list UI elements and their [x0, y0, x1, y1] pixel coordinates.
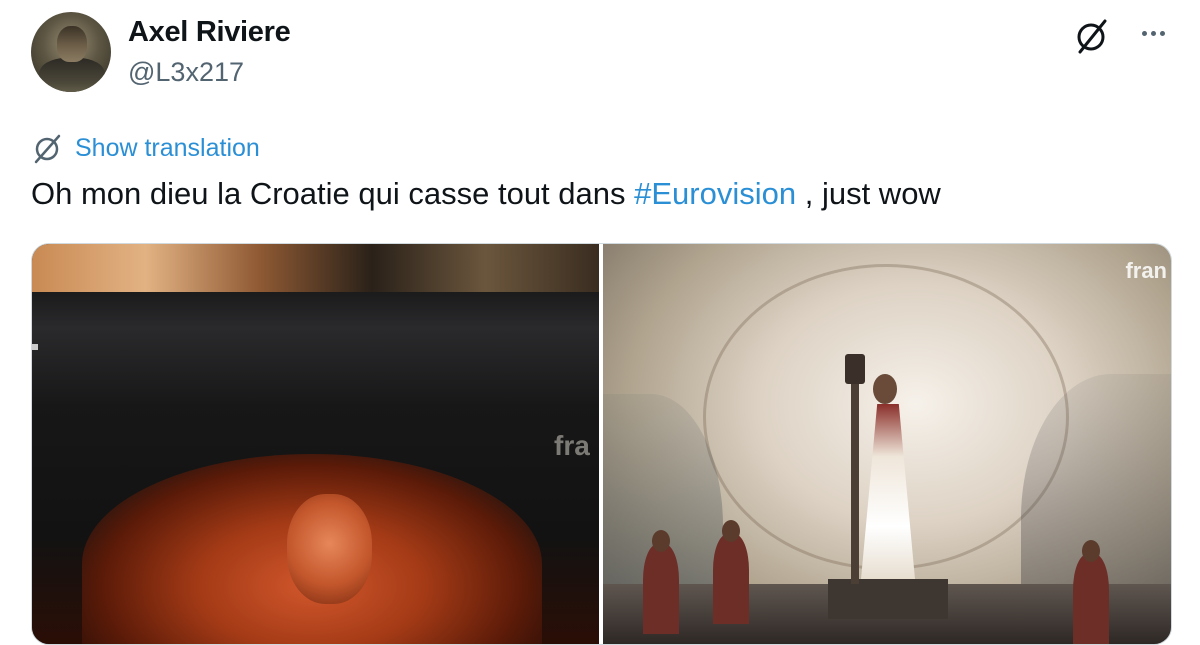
- dancer-head: [1082, 540, 1100, 562]
- stage-pole-lantern: [845, 354, 865, 384]
- tweet-text-end: , just wow: [796, 176, 941, 211]
- more-dot: [1150, 30, 1156, 36]
- more-horizontal-icon[interactable]: [1133, 16, 1173, 50]
- hashtag-link[interactable]: #Eurovision: [634, 176, 796, 211]
- stage-pole: [851, 359, 859, 584]
- dancer-head: [652, 530, 670, 552]
- more-dot: [1141, 30, 1147, 36]
- show-translation-label[interactable]: Show translation: [75, 134, 260, 163]
- avatar-body: [39, 58, 105, 92]
- dancer: [713, 534, 749, 624]
- user-handle[interactable]: @L3x217: [128, 57, 244, 88]
- slashed-circle-icon[interactable]: [1072, 16, 1112, 56]
- dancer: [643, 544, 679, 634]
- tweet-text-start: Oh mon dieu la Croatie qui casse tout da…: [31, 176, 635, 211]
- dancer-head: [722, 520, 740, 542]
- display-name[interactable]: Axel Riviere: [128, 16, 291, 49]
- channel-watermark-right: fran: [1125, 258, 1167, 283]
- singer-head: [873, 374, 897, 404]
- media-grid: fra fran: [31, 243, 1172, 645]
- tv-indicator: [32, 344, 38, 350]
- media-photo-right[interactable]: fran: [603, 244, 1171, 644]
- dancer: [1073, 554, 1109, 644]
- tweet-text: Oh mon dieu la Croatie qui casse tout da…: [31, 176, 941, 212]
- more-dot: [1159, 30, 1165, 36]
- singer-face: [287, 494, 372, 604]
- avatar[interactable]: [31, 12, 111, 92]
- show-translation-link[interactable]: Show translation: [31, 130, 260, 166]
- translate-icon: [34, 134, 61, 164]
- avatar-head: [57, 26, 87, 62]
- media-photo-left[interactable]: fra: [32, 244, 599, 644]
- tv-bezel: [32, 292, 599, 412]
- channel-watermark-left: fra: [554, 430, 590, 461]
- stage-pedestal: [828, 579, 948, 619]
